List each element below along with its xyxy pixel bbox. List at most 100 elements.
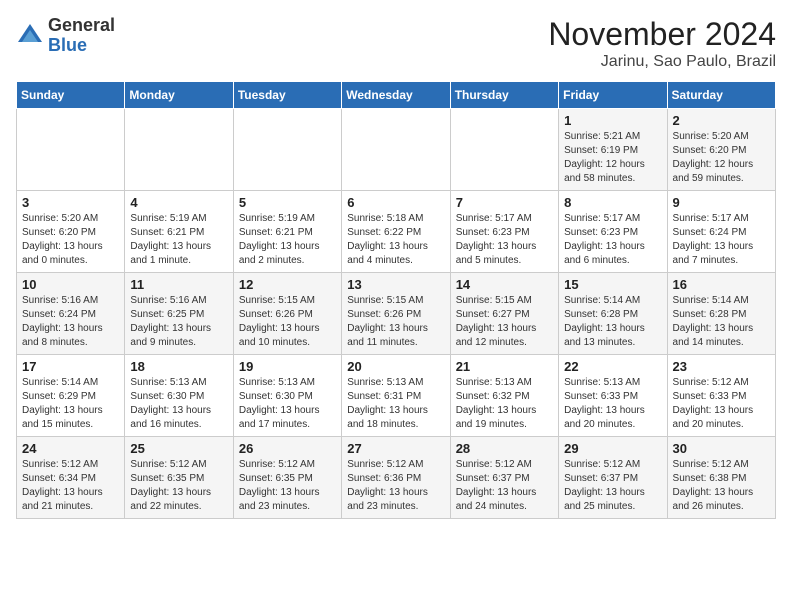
calendar-cell xyxy=(233,109,341,191)
day-info: Sunrise: 5:16 AMSunset: 6:24 PMDaylight:… xyxy=(22,295,103,348)
day-info: Sunrise: 5:19 AMSunset: 6:21 PMDaylight:… xyxy=(130,213,211,266)
calendar-cell: 26Sunrise: 5:12 AMSunset: 6:35 PMDayligh… xyxy=(233,437,341,519)
day-number: 7 xyxy=(456,195,553,210)
day-number: 25 xyxy=(130,441,227,456)
title-block: November 2024 Jarinu, Sao Paulo, Brazil xyxy=(548,16,776,71)
day-info: Sunrise: 5:21 AMSunset: 6:19 PMDaylight:… xyxy=(564,131,645,184)
day-info: Sunrise: 5:16 AMSunset: 6:25 PMDaylight:… xyxy=(130,295,211,348)
header-tuesday: Tuesday xyxy=(233,82,341,109)
day-number: 20 xyxy=(347,359,444,374)
day-number: 9 xyxy=(673,195,770,210)
day-info: Sunrise: 5:13 AMSunset: 6:30 PMDaylight:… xyxy=(239,377,320,430)
calendar-cell: 22Sunrise: 5:13 AMSunset: 6:33 PMDayligh… xyxy=(559,355,667,437)
calendar-cell: 18 Sunrise: 5:13 AMSunset: 6:30 PMDayligh… xyxy=(125,355,233,437)
day-info: Sunrise: 5:17 AMSunset: 6:23 PMDaylight:… xyxy=(564,213,645,266)
day-info: Sunrise: 5:12 AMSunset: 6:38 PMDaylight:… xyxy=(673,459,754,512)
day-number: 1 xyxy=(564,113,661,128)
day-number: 11 xyxy=(130,277,227,292)
day-number: 26 xyxy=(239,441,336,456)
calendar-cell: 15 Sunrise: 5:14 AMSunset: 6:28 PMDayligh… xyxy=(559,273,667,355)
calendar-table: SundayMondayTuesdayWednesdayThursdayFrid… xyxy=(16,81,776,519)
calendar-cell: 17 Sunrise: 5:14 AMSunset: 6:29 PMDayligh… xyxy=(17,355,125,437)
day-number: 21 xyxy=(456,359,553,374)
day-info: Sunrise: 5:15 AMSunset: 6:27 PMDaylight:… xyxy=(456,295,537,348)
calendar-cell: 20 Sunrise: 5:13 AMSunset: 6:31 PMDayligh… xyxy=(342,355,450,437)
day-info: Sunrise: 5:14 AMSunset: 6:29 PMDaylight:… xyxy=(22,377,103,430)
day-info: Sunrise: 5:12 AMSunset: 6:37 PMDaylight:… xyxy=(564,459,645,512)
day-number: 30 xyxy=(673,441,770,456)
calendar-cell: 10 Sunrise: 5:16 AMSunset: 6:24 PMDayligh… xyxy=(17,273,125,355)
calendar-cell: 28 Sunrise: 5:12 AMSunset: 6:37 PMDayligh… xyxy=(450,437,558,519)
day-number: 17 xyxy=(22,359,119,374)
day-number: 5 xyxy=(239,195,336,210)
page-title: November 2024 xyxy=(548,16,776,53)
calendar-cell: 8 Sunrise: 5:17 AMSunset: 6:23 PMDaylight… xyxy=(559,191,667,273)
day-info: Sunrise: 5:13 AMSunset: 6:31 PMDaylight:… xyxy=(347,377,428,430)
logo: General Blue xyxy=(16,16,115,56)
day-number: 28 xyxy=(456,441,553,456)
calendar-cell: 7 Sunrise: 5:17 AMSunset: 6:23 PMDaylight… xyxy=(450,191,558,273)
logo-icon xyxy=(16,22,44,50)
day-info: Sunrise: 5:20 AMSunset: 6:20 PMDaylight:… xyxy=(673,131,754,184)
calendar-week-2: 3 Sunrise: 5:20 AMSunset: 6:20 PMDaylight… xyxy=(17,191,776,273)
calendar-cell: 9Sunrise: 5:17 AMSunset: 6:24 PMDaylight… xyxy=(667,191,775,273)
day-number: 29 xyxy=(564,441,661,456)
calendar-cell: 6Sunrise: 5:18 AMSunset: 6:22 PMDaylight… xyxy=(342,191,450,273)
day-number: 13 xyxy=(347,277,444,292)
calendar-cell: 1 Sunrise: 5:21 AMSunset: 6:19 PMDaylight… xyxy=(559,109,667,191)
day-number: 14 xyxy=(456,277,553,292)
day-number: 8 xyxy=(564,195,661,210)
calendar-cell: 24Sunrise: 5:12 AMSunset: 6:34 PMDayligh… xyxy=(17,437,125,519)
calendar-cell: 3 Sunrise: 5:20 AMSunset: 6:20 PMDaylight… xyxy=(17,191,125,273)
calendar-cell: 19 Sunrise: 5:13 AMSunset: 6:30 PMDayligh… xyxy=(233,355,341,437)
calendar-cell xyxy=(342,109,450,191)
day-info: Sunrise: 5:12 AMSunset: 6:33 PMDaylight:… xyxy=(673,377,754,430)
calendar-cell: 13Sunrise: 5:15 AMSunset: 6:26 PMDayligh… xyxy=(342,273,450,355)
day-info: Sunrise: 5:14 AMSunset: 6:28 PMDaylight:… xyxy=(673,295,754,348)
header-friday: Friday xyxy=(559,82,667,109)
day-number: 4 xyxy=(130,195,227,210)
calendar-cell: 29 Sunrise: 5:12 AMSunset: 6:37 PMDayligh… xyxy=(559,437,667,519)
calendar-header-row: SundayMondayTuesdayWednesdayThursdayFrid… xyxy=(17,82,776,109)
day-number: 18 xyxy=(130,359,227,374)
day-number: 22 xyxy=(564,359,661,374)
calendar-cell: 14 Sunrise: 5:15 AMSunset: 6:27 PMDayligh… xyxy=(450,273,558,355)
calendar-week-1: 1 Sunrise: 5:21 AMSunset: 6:19 PMDaylight… xyxy=(17,109,776,191)
day-info: Sunrise: 5:13 AMSunset: 6:32 PMDaylight:… xyxy=(456,377,537,430)
day-number: 23 xyxy=(673,359,770,374)
header-monday: Monday xyxy=(125,82,233,109)
header-saturday: Saturday xyxy=(667,82,775,109)
header-wednesday: Wednesday xyxy=(342,82,450,109)
calendar-cell: 30 Sunrise: 5:12 AMSunset: 6:38 PMDayligh… xyxy=(667,437,775,519)
day-info: Sunrise: 5:19 AMSunset: 6:21 PMDaylight:… xyxy=(239,213,320,266)
calendar-week-3: 10 Sunrise: 5:16 AMSunset: 6:24 PMDayligh… xyxy=(17,273,776,355)
day-info: Sunrise: 5:13 AMSunset: 6:30 PMDaylight:… xyxy=(130,377,211,430)
calendar-cell: 5 Sunrise: 5:19 AMSunset: 6:21 PMDaylight… xyxy=(233,191,341,273)
calendar-cell xyxy=(17,109,125,191)
calendar-cell xyxy=(450,109,558,191)
page-subtitle: Jarinu, Sao Paulo, Brazil xyxy=(548,53,776,71)
day-number: 27 xyxy=(347,441,444,456)
calendar-cell xyxy=(125,109,233,191)
day-info: Sunrise: 5:12 AMSunset: 6:37 PMDaylight:… xyxy=(456,459,537,512)
header-sunday: Sunday xyxy=(17,82,125,109)
day-number: 12 xyxy=(239,277,336,292)
day-number: 15 xyxy=(564,277,661,292)
day-number: 16 xyxy=(673,277,770,292)
day-info: Sunrise: 5:15 AMSunset: 6:26 PMDaylight:… xyxy=(239,295,320,348)
calendar-cell: 2Sunrise: 5:20 AMSunset: 6:20 PMDaylight… xyxy=(667,109,775,191)
day-number: 3 xyxy=(22,195,119,210)
calendar-cell: 21 Sunrise: 5:13 AMSunset: 6:32 PMDayligh… xyxy=(450,355,558,437)
header-thursday: Thursday xyxy=(450,82,558,109)
day-info: Sunrise: 5:18 AMSunset: 6:22 PMDaylight:… xyxy=(347,213,428,266)
day-info: Sunrise: 5:14 AMSunset: 6:28 PMDaylight:… xyxy=(564,295,645,348)
day-number: 10 xyxy=(22,277,119,292)
calendar-cell: 12 Sunrise: 5:15 AMSunset: 6:26 PMDayligh… xyxy=(233,273,341,355)
day-number: 19 xyxy=(239,359,336,374)
calendar-cell: 23 Sunrise: 5:12 AMSunset: 6:33 PMDayligh… xyxy=(667,355,775,437)
calendar-cell: 4 Sunrise: 5:19 AMSunset: 6:21 PMDaylight… xyxy=(125,191,233,273)
day-info: Sunrise: 5:20 AMSunset: 6:20 PMDaylight:… xyxy=(22,213,103,266)
day-info: Sunrise: 5:17 AMSunset: 6:23 PMDaylight:… xyxy=(456,213,537,266)
calendar-cell: 25Sunrise: 5:12 AMSunset: 6:35 PMDayligh… xyxy=(125,437,233,519)
logo-general-text: General xyxy=(48,15,115,35)
